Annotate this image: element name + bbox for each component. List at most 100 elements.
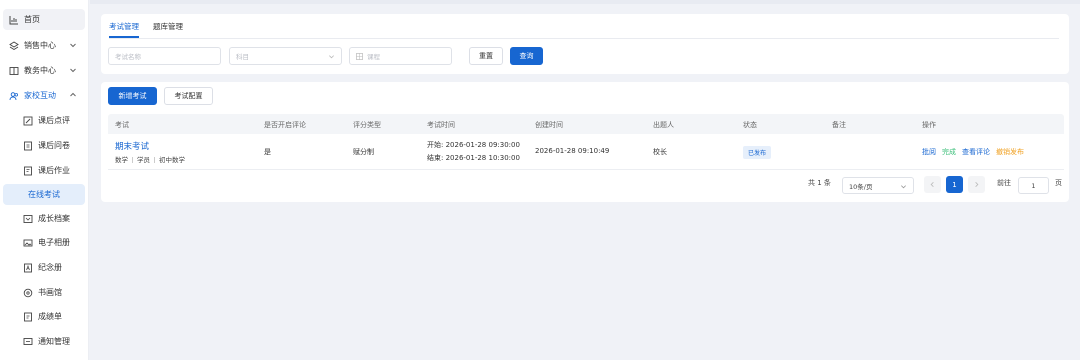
exam-list-panel: 新增考试 考试配置 考试 是否开启评论 评分类型 考试时间 创建时间 出题人 状… xyxy=(101,82,1069,202)
exam-start-time: 开始: 2026-01-28 09:30:00 xyxy=(427,141,520,149)
report-icon xyxy=(22,311,33,322)
sidebar-item-label: 课后点评 xyxy=(38,116,70,125)
column-header: 考试 xyxy=(115,121,129,129)
tab-bar: 考试管理 题库管理 xyxy=(109,20,197,38)
table-row: 期末考试 数学 学员 初中数学 是 赋分制 开始: 2026-01-28 09:… xyxy=(108,134,1064,170)
view-comments-link[interactable]: 查看评论 xyxy=(962,147,990,157)
chevron-down-icon xyxy=(901,185,906,189)
revoke-publish-link[interactable]: 撤销发布 xyxy=(996,147,1024,157)
top-header-strip xyxy=(90,0,1080,4)
sidebar-item-notice[interactable]: 通知管理 xyxy=(3,331,85,352)
column-header: 操作 xyxy=(922,121,936,129)
comment-enabled: 是 xyxy=(264,148,271,156)
sidebar-item-label: 成绩单 xyxy=(38,312,62,321)
course-select[interactable]: 课程 xyxy=(349,47,452,65)
sidebar-item-label: 在线考试 xyxy=(28,190,60,199)
subject-placeholder: 科目 xyxy=(236,53,249,61)
palette-icon xyxy=(22,287,33,298)
sidebar-item-online-exam[interactable]: 在线考试 xyxy=(3,184,85,205)
tabs-divider xyxy=(109,38,1059,39)
message-icon xyxy=(22,336,33,347)
sidebar-item-label: 首页 xyxy=(24,15,40,24)
folder-icon xyxy=(22,213,33,224)
chevron-right-icon xyxy=(975,182,979,187)
column-header: 是否开启评论 xyxy=(264,121,306,129)
sidebar-item-review[interactable]: 课后点评 xyxy=(3,110,85,131)
users-icon xyxy=(8,90,19,101)
created-time: 2026-01-28 09:10:49 xyxy=(535,147,610,155)
goto-label: 前往 xyxy=(997,179,1011,187)
subject-select[interactable]: 科目 xyxy=(229,47,342,65)
sidebar-item-label: 销售中心 xyxy=(24,41,56,50)
sidebar-item-label: 书画馆 xyxy=(38,288,62,297)
chart-icon xyxy=(8,14,19,25)
sidebar-item-label: 纪念册 xyxy=(38,263,62,272)
review-link[interactable]: 批阅 xyxy=(922,147,936,157)
sidebar-item-gallery[interactable]: 书画馆 xyxy=(3,282,85,303)
sidebar-item-yearbook[interactable]: 纪念册 xyxy=(3,257,85,278)
exam-name-input[interactable]: 考试名称 xyxy=(108,47,221,65)
page-suffix: 页 xyxy=(1055,179,1062,187)
column-header: 考试时间 xyxy=(427,121,455,129)
column-header: 状态 xyxy=(743,121,757,129)
sidebar-item-homework[interactable]: 课后作业 xyxy=(3,160,85,181)
score-type: 赋分制 xyxy=(353,148,374,156)
exam-config-button[interactable]: 考试配置 xyxy=(164,87,213,105)
column-header: 备注 xyxy=(832,121,846,129)
goto-page-input[interactable]: 1 xyxy=(1018,177,1049,194)
chevron-down-icon xyxy=(70,68,76,73)
page-size-select[interactable]: 10条/页 xyxy=(842,177,914,194)
sidebar-item-album[interactable]: 电子相册 xyxy=(3,232,85,253)
row-actions: 批阅 完成 查看评论 撤销发布 xyxy=(922,147,1030,157)
sidebar-item-label: 电子相册 xyxy=(38,238,70,247)
page-button-current[interactable]: 1 xyxy=(946,176,963,193)
sidebar-item-label: 通知管理 xyxy=(38,337,70,346)
sidebar-item-report[interactable]: 成绩单 xyxy=(3,306,85,327)
course-placeholder: 课程 xyxy=(367,53,380,61)
tag: 初中数学 xyxy=(154,154,185,164)
tag: 学员 xyxy=(132,154,150,164)
sidebar-item-label: 教务中心 xyxy=(24,66,56,75)
column-header: 评分类型 xyxy=(353,121,381,129)
tab-question-bank[interactable]: 题库管理 xyxy=(153,20,183,38)
chevron-down-icon xyxy=(329,55,334,59)
complete-link[interactable]: 完成 xyxy=(942,147,956,157)
exam-tags: 数学 学员 初中数学 xyxy=(115,154,185,164)
homework-icon xyxy=(22,165,33,176)
document-icon xyxy=(22,140,33,151)
sidebar-item-home-school[interactable]: 家校互动 xyxy=(3,85,85,106)
exam-name-link[interactable]: 期末考试 xyxy=(115,140,149,152)
goto-page-value: 1 xyxy=(1031,181,1036,190)
status-badge: 已发布 xyxy=(743,146,772,159)
query-button[interactable]: 查询 xyxy=(510,47,543,65)
page-size-value: 10条/页 xyxy=(849,182,873,191)
book-icon xyxy=(8,65,19,76)
sidebar-item-label: 课后问卷 xyxy=(38,141,70,150)
album-icon xyxy=(22,262,33,273)
table-header: 考试 是否开启评论 评分类型 考试时间 创建时间 出题人 状态 备注 操作 xyxy=(108,114,1064,134)
prev-page-button[interactable] xyxy=(924,176,941,193)
tag: 数学 xyxy=(115,156,128,164)
pagination-total: 共 1 条 xyxy=(808,179,831,187)
sidebar-item-survey[interactable]: 课后问卷 xyxy=(3,135,85,156)
reset-button[interactable]: 重置 xyxy=(469,47,503,65)
sidebar-item-home[interactable]: 首页 xyxy=(3,9,85,30)
chevron-up-icon xyxy=(70,92,76,97)
chevron-left-icon xyxy=(930,182,934,187)
sidebar-item-academic[interactable]: 教务中心 xyxy=(3,60,85,81)
sidebar-item-growth[interactable]: 成长档案 xyxy=(3,208,85,229)
grid-icon xyxy=(356,52,363,60)
sidebar-item-label: 家校互动 xyxy=(24,91,56,100)
layers-icon xyxy=(8,40,19,51)
column-header: 创建时间 xyxy=(535,121,563,129)
edit-icon xyxy=(22,115,33,126)
sidebar-item-sales[interactable]: 销售中心 xyxy=(3,35,85,56)
author: 校长 xyxy=(653,148,667,156)
next-page-button[interactable] xyxy=(968,176,985,193)
sidebar: 首页 销售中心 教务中心 家校互动 课后点评 课后问卷 课后作业 在线考试 成长… xyxy=(0,0,89,360)
tab-exam-management[interactable]: 考试管理 xyxy=(109,20,139,38)
filter-panel: 考试管理 题库管理 考试名称 科目 课程 重置 查询 xyxy=(101,14,1069,74)
chevron-down-icon xyxy=(70,43,76,48)
add-exam-button[interactable]: 新增考试 xyxy=(108,87,157,105)
exam-name-placeholder: 考试名称 xyxy=(115,53,141,61)
